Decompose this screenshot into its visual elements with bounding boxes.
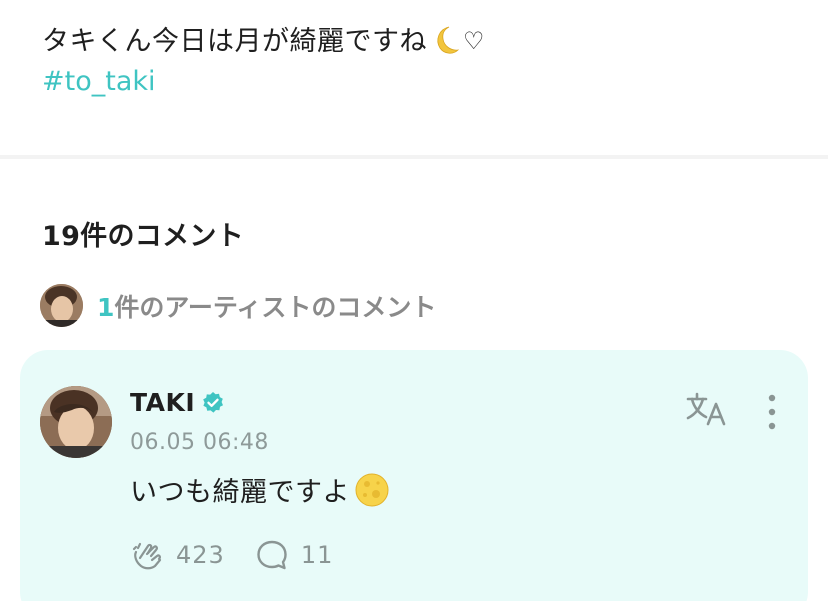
artist-comment-count: 1 — [97, 292, 115, 322]
comment-text: いつも綺麗ですよ — [130, 477, 350, 508]
author-name[interactable]: TAKI — [130, 388, 195, 417]
artist-comment-card: TAKI 06.05 06:48 いつも綺麗ですよ 423 11 — [20, 350, 808, 601]
hashtag-link[interactable]: #to_taki — [42, 63, 156, 101]
artist-comments-label: 1件のアーティストのコメント — [97, 288, 436, 324]
post-text-line: タキくん今日は月が綺麗ですね ♡ — [42, 22, 808, 61]
like-hands-icon — [132, 542, 162, 570]
like-count: 423 — [176, 541, 225, 569]
reply-count: 11 — [300, 541, 334, 569]
translate-icon[interactable] — [684, 390, 728, 430]
like-button[interactable]: 423 — [130, 538, 225, 572]
post: タキくん今日は月が綺麗ですね ♡ #to_taki — [42, 22, 808, 101]
comment-actions: 423 11 — [130, 538, 363, 572]
artist-mini-avatar — [40, 284, 83, 327]
post-text: タキくん今日は月が綺麗ですね — [42, 26, 427, 57]
more-options-icon[interactable] — [760, 392, 784, 432]
comment-author[interactable]: TAKI — [130, 388, 225, 417]
comments-count-title: 19件のコメント — [42, 221, 244, 252]
avatar[interactable] — [40, 386, 112, 458]
comment-body: いつも綺麗ですよ — [130, 470, 390, 509]
comment-timestamp: 06.05 06:48 — [130, 430, 269, 455]
artist-comment-label: 件のアーティストのコメント — [114, 292, 437, 322]
crescent-moon-icon — [437, 26, 460, 54]
verified-badge-icon — [203, 391, 224, 413]
heart-icon: ♡ — [463, 27, 486, 55]
section-divider — [0, 155, 828, 159]
artist-comments-filter[interactable]: 1件のアーティストのコメント — [40, 284, 436, 327]
speech-bubble-icon — [257, 540, 287, 570]
full-moon-icon — [355, 473, 389, 506]
reply-button[interactable]: 11 — [255, 538, 334, 572]
